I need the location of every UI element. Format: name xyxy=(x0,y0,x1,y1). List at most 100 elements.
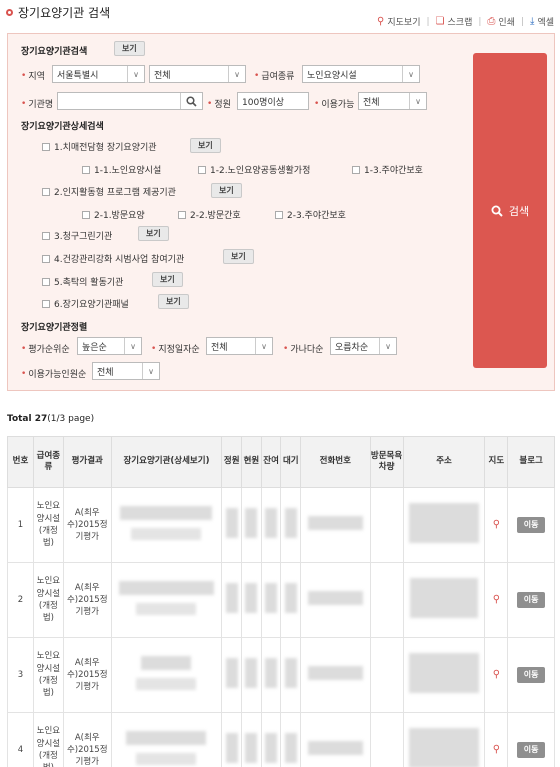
filter-nursing-home-checkbox[interactable]: 1-1.노인요양시설 xyxy=(82,163,161,176)
row-current xyxy=(241,712,262,767)
filter-daycare-1-checkbox[interactable]: 1-3.주야간보호 xyxy=(352,163,423,176)
row-institution-link[interactable] xyxy=(110,562,223,638)
row-current xyxy=(241,562,262,638)
col-header-benefit-type: 급여종류 xyxy=(32,436,64,488)
scrap-link[interactable]: ❏ 스크랩 xyxy=(436,15,473,28)
date-sort-select[interactable]: 전체 ∨ xyxy=(206,337,273,355)
filter-daycare-2-checkbox[interactable]: 2-3.주야간보호 xyxy=(275,208,346,221)
search-button[interactable]: 검색 xyxy=(473,53,547,368)
filter-health-pilot-checkbox[interactable]: 4.건강관리강화 시범사업 참여기관 xyxy=(42,252,184,265)
row-address xyxy=(402,712,486,767)
commissioned-doctor-view-button[interactable]: 보기 xyxy=(152,272,183,287)
results-table: 번호 급여종류 평가결과 장기요양기관(상세보기) 정원 현원 잔여 대기 전화… xyxy=(7,436,555,767)
title-bullet-icon xyxy=(6,9,13,16)
row-bath-vehicle xyxy=(369,637,404,713)
blog-move-button[interactable]: 이동 xyxy=(516,742,546,758)
row-waiting xyxy=(280,487,302,563)
row-blog: 이동 xyxy=(507,637,555,713)
filter-cognitive-program-checkbox[interactable]: 2.인지활동형 프로그램 제공기관 xyxy=(42,185,176,198)
row-institution-link[interactable] xyxy=(110,487,223,563)
row-blog: 이동 xyxy=(507,712,555,767)
row-address xyxy=(402,637,486,713)
map-view-link[interactable]: ⚲ 지도보기 xyxy=(377,15,420,28)
capacity-select[interactable]: 100명이상 xyxy=(237,92,309,110)
benefit-type-select[interactable]: 노인요양시설 ∨ xyxy=(302,65,420,83)
row-address xyxy=(402,562,486,638)
map-pin-icon: ⚲ xyxy=(377,16,385,27)
chevron-down-icon: ∨ xyxy=(228,66,245,82)
row-waiting xyxy=(280,562,302,638)
map-pin-icon[interactable]: ⚲ xyxy=(493,669,500,680)
row-capacity xyxy=(221,712,243,767)
result-total: Total 27(1/3 page) xyxy=(7,414,95,424)
capacity-label: • 정원 xyxy=(207,98,231,111)
row-institution-link[interactable] xyxy=(110,637,223,713)
row-map[interactable]: ⚲ xyxy=(484,562,509,638)
printer-icon: ⎙ xyxy=(487,16,496,27)
filter-home-visit-checkbox[interactable]: 2-1.방문요양 xyxy=(82,208,145,221)
row-map[interactable]: ⚲ xyxy=(484,712,509,767)
blog-move-button[interactable]: 이동 xyxy=(516,517,546,533)
row-institution-link[interactable] xyxy=(110,712,223,767)
download-icon: ⤓ xyxy=(530,16,535,27)
print-link[interactable]: ⎙ 인쇄 xyxy=(487,15,515,28)
row-benefit-type: 노인요양시설(개정법) xyxy=(32,637,64,713)
blog-move-button[interactable]: 이동 xyxy=(516,667,546,683)
cognitive-view-button[interactable]: 보기 xyxy=(211,183,242,198)
alpha-sort-select[interactable]: 오름차순 ∨ xyxy=(330,337,397,355)
filter-green-billing-checkbox[interactable]: 3.청구그린기관 xyxy=(42,229,112,242)
row-bath-vehicle xyxy=(369,712,404,767)
eval-sort-label: • 평가순위순 xyxy=(21,343,70,356)
col-header-number: 번호 xyxy=(7,436,34,488)
row-map[interactable]: ⚲ xyxy=(484,487,509,563)
eval-sort-select[interactable]: 높은순 ∨ xyxy=(77,337,142,355)
filter-panel-checkbox[interactable]: 6.장기요양기관패널 xyxy=(42,297,129,310)
chevron-down-icon: ∨ xyxy=(402,66,419,82)
region-select[interactable]: 서울특별시 ∨ xyxy=(52,65,145,83)
basic-search-view-button[interactable]: 보기 xyxy=(114,41,145,56)
filter-visit-nursing-checkbox[interactable]: 2-2.방문간호 xyxy=(178,208,241,221)
row-capacity xyxy=(221,637,243,713)
green-billing-view-button[interactable]: 보기 xyxy=(138,226,169,241)
filter-dementia-checkbox[interactable]: 1.치매전담형 장기요양기관 xyxy=(42,140,157,153)
row-capacity xyxy=(221,487,243,563)
chevron-down-icon: ∨ xyxy=(409,93,426,109)
row-waiting xyxy=(280,637,302,713)
col-header-remaining: 잔여 xyxy=(260,436,282,488)
basic-search-heading: 장기요양기관검색 xyxy=(21,47,88,57)
sort-heading: 장기요양기관정렬 xyxy=(21,323,88,333)
dementia-view-button[interactable]: 보기 xyxy=(190,138,221,153)
top-bar: 장기요양기관 검색 ⚲ 지도보기 | ❏ 스크랩 | ⎙ 인쇄 | ⤓ 엑셀 xyxy=(0,0,560,30)
row-map[interactable]: ⚲ xyxy=(484,637,509,713)
map-pin-icon[interactable]: ⚲ xyxy=(493,744,500,755)
chevron-down-icon: ∨ xyxy=(124,338,141,354)
availability-sort-select[interactable]: 전체 ∨ xyxy=(92,362,160,380)
scrap-icon: ❏ xyxy=(435,16,445,27)
panel-view-button[interactable]: 보기 xyxy=(158,294,189,309)
row-number: 4 xyxy=(7,712,34,767)
table-row: 1 노인요양시설(개정법) A(최우수)2015정기평가 ⚲ 이동 xyxy=(7,487,555,563)
filter-commissioned-doctor-checkbox[interactable]: 5.촉탁의 활동기관 xyxy=(42,275,123,288)
row-remaining xyxy=(260,637,282,713)
row-number: 2 xyxy=(7,562,34,638)
health-pilot-view-button[interactable]: 보기 xyxy=(223,249,254,264)
row-phone xyxy=(300,712,371,767)
excel-link[interactable]: ⤓ 엑셀 xyxy=(530,15,554,28)
table-row: 3 노인요양시설(개정법) A(최우수)2015정기평가 ⚲ 이동 xyxy=(7,637,555,713)
row-remaining xyxy=(260,712,282,767)
institution-name-input[interactable] xyxy=(57,92,203,110)
availability-select[interactable]: 전체 ∨ xyxy=(358,92,427,110)
search-icon xyxy=(491,205,503,217)
table-header-row: 번호 급여종류 평가결과 장기요양기관(상세보기) 정원 현원 잔여 대기 전화… xyxy=(7,436,555,488)
chevron-down-icon: ∨ xyxy=(255,338,272,354)
map-pin-icon[interactable]: ⚲ xyxy=(493,519,500,530)
blog-move-button[interactable]: 이동 xyxy=(516,592,546,608)
row-evaluation: A(최우수)2015정기평가 xyxy=(62,487,112,563)
filter-group-home-checkbox[interactable]: 1-2.노인요양공동생활가정 xyxy=(198,163,310,176)
map-pin-icon[interactable]: ⚲ xyxy=(493,594,500,605)
row-benefit-type: 노인요양시설(개정법) xyxy=(32,712,64,767)
search-icon[interactable] xyxy=(180,93,202,109)
district-select[interactable]: 전체 ∨ xyxy=(149,65,246,83)
row-current xyxy=(241,637,262,713)
row-phone xyxy=(300,637,371,713)
